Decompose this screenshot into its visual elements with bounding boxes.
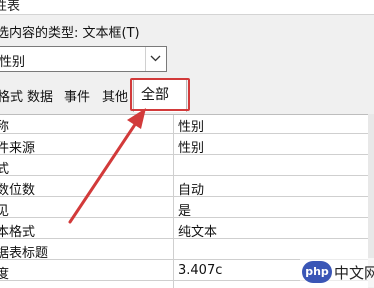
watermark-text: 中文网 <box>334 264 374 282</box>
watermark-logo: php <box>302 261 332 283</box>
site-watermark: php 中文网 <box>300 258 374 287</box>
annotation-arrow-icon <box>68 108 146 224</box>
